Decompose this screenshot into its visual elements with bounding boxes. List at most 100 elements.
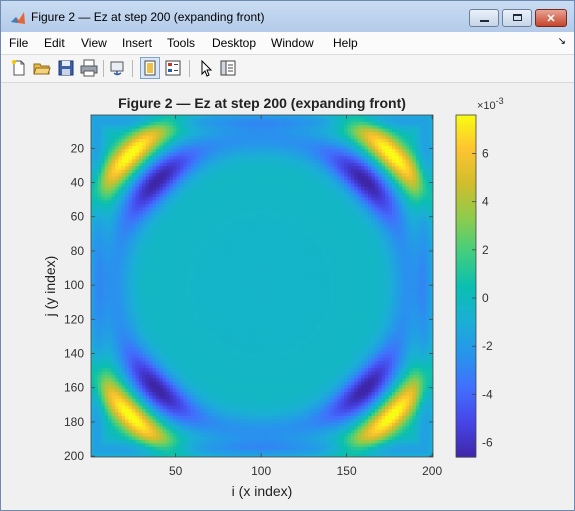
heatmap-cell: [200, 176, 205, 181]
heatmap-cell: [197, 115, 202, 120]
menu-file[interactable]: File: [9, 36, 28, 50]
heatmap-cell: [142, 433, 147, 438]
heatmap-cell: [190, 203, 195, 208]
heatmap-cell: [104, 327, 109, 332]
heatmap-cell: [231, 149, 236, 154]
heatmap-cell: [179, 368, 184, 373]
heatmap-cell: [149, 354, 154, 359]
heatmap-cell: [220, 238, 225, 243]
heatmap-cell: [118, 258, 123, 263]
heatmap-cell: [125, 231, 130, 236]
heatmap-cell: [152, 183, 157, 188]
heatmap-cell: [183, 299, 188, 304]
heatmap-cell: [227, 268, 232, 273]
dock-arrow-icon[interactable]: ↘: [558, 36, 566, 47]
heatmap-cell: [238, 200, 243, 205]
heatmap-cell: [142, 306, 147, 311]
hide-plot-tools-icon[interactable]: [141, 59, 159, 77]
heatmap-cell: [203, 234, 208, 239]
heatmap-cell: [207, 337, 212, 342]
heatmap-cell: [114, 340, 119, 345]
heatmap-cell: [94, 433, 99, 438]
heatmap-cell: [97, 313, 102, 318]
title-bar[interactable]: Figure 2 — Ez at step 200 (expanding fro…: [1, 1, 574, 32]
heatmap-cell: [255, 443, 260, 448]
heatmap-cell: [231, 193, 236, 198]
heatmap-cell: [258, 313, 263, 318]
heatmap-cell: [255, 193, 260, 198]
heatmap-cell: [220, 368, 225, 373]
heatmap-cell: [227, 374, 232, 379]
print-icon[interactable]: [80, 59, 98, 77]
heatmap-cell: [207, 378, 212, 383]
menu-tools[interactable]: Tools: [167, 36, 195, 50]
heatmap-cell: [104, 248, 109, 253]
heatmap-cell: [176, 381, 181, 386]
heatmap-cell: [121, 238, 126, 243]
heatmap-cell: [173, 419, 178, 424]
show-plot-tools-icon[interactable]: [164, 59, 182, 77]
menu-insert[interactable]: Insert: [122, 36, 152, 50]
heatmap-cell: [176, 238, 181, 243]
window-title: Figure 2 — Ez at step 200 (expanding fro…: [31, 10, 265, 24]
heatmap-cell: [108, 166, 113, 171]
heatmap-cell: [217, 186, 222, 191]
heatmap-cell: [149, 183, 154, 188]
heatmap-cell: [203, 392, 208, 397]
heatmap-cell: [197, 292, 202, 297]
heatmap-cell: [101, 309, 106, 314]
heatmap-cell: [166, 183, 171, 188]
heatmap-cell: [197, 203, 202, 208]
heatmap-cell: [234, 183, 239, 188]
new-figure-icon[interactable]: [10, 59, 28, 77]
heatmap-cell: [135, 361, 140, 366]
menu-desktop[interactable]: Desktop: [212, 36, 256, 50]
heatmap-cell: [135, 200, 140, 205]
maximize-button[interactable]: [502, 9, 532, 27]
heatmap-cell: [135, 303, 140, 308]
heatmap-cell: [118, 426, 123, 431]
heatmap-cell: [125, 142, 130, 147]
heatmap-cell: [179, 231, 184, 236]
close-button[interactable]: ✕: [535, 9, 567, 27]
heatmap-cell: [238, 361, 243, 366]
heatmap-cell: [251, 344, 256, 349]
menu-window[interactable]: Window: [271, 36, 314, 50]
heatmap-cell: [138, 244, 143, 249]
heatmap-cell: [101, 446, 106, 451]
open-file-icon[interactable]: [33, 59, 51, 77]
heatmap-cell: [227, 197, 232, 202]
heatmap-cell: [176, 443, 181, 448]
heatmap-cell: [190, 186, 195, 191]
heatmap-cell: [159, 402, 164, 407]
heatmap-cell: [251, 371, 256, 376]
heatmap-cell: [197, 337, 202, 342]
heatmap-cell: [135, 251, 140, 256]
heatmap-cell: [179, 121, 184, 126]
save-icon[interactable]: [57, 59, 75, 77]
heatmap-cell: [162, 200, 167, 205]
heatmap-cell: [227, 405, 232, 410]
heatmap-cell: [121, 446, 126, 451]
property-inspector-icon[interactable]: [219, 59, 237, 77]
menu-edit[interactable]: Edit: [44, 36, 65, 50]
heatmap-cell: [118, 162, 123, 167]
heatmap-cell: [169, 364, 174, 369]
minimize-button[interactable]: [469, 9, 499, 27]
menu-help[interactable]: Help: [333, 36, 358, 50]
menu-view[interactable]: View: [81, 36, 107, 50]
heatmap-cell: [200, 125, 205, 130]
heatmap-cell: [220, 197, 225, 202]
heatmap-cell: [125, 357, 130, 362]
heatmap-cell: [217, 128, 222, 133]
heatmap-cell: [101, 303, 106, 308]
heatmap-cell: [104, 422, 109, 427]
heatmap-cell: [155, 398, 160, 403]
link-plot-icon[interactable]: [109, 59, 127, 77]
heatmap-cell: [114, 210, 119, 215]
heatmap-cell: [244, 251, 249, 256]
heatmap-cell: [94, 381, 99, 386]
heatmap-cell: [217, 115, 222, 120]
heatmap-cell: [125, 309, 130, 314]
edit-plot-icon[interactable]: [197, 59, 215, 77]
